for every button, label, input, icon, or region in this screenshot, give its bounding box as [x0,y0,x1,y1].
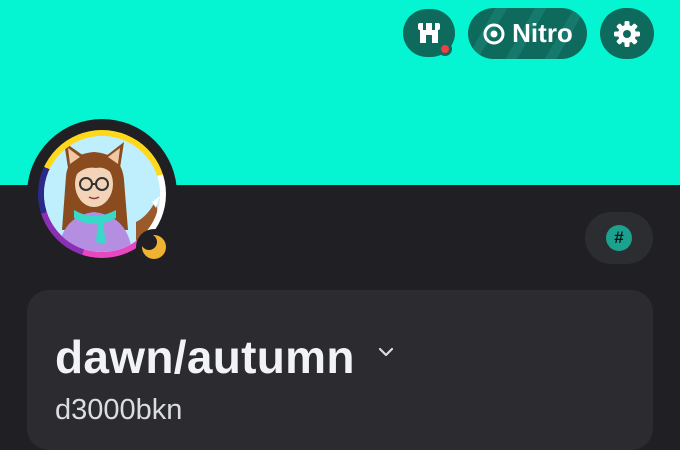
shop-icon [418,23,440,43]
status-indicator [136,229,172,265]
nitro-icon [483,23,505,44]
notification-dot [438,42,452,56]
profile-badge-button[interactable]: # [585,212,653,264]
chevron-down-icon[interactable] [377,346,395,358]
hashtag-icon: # [606,225,632,251]
nitro-button[interactable]: Nitro [468,8,587,59]
display-name[interactable]: dawn/autumn [55,330,355,384]
nitro-label: Nitro [512,18,573,48]
username: d3000bkn [55,394,183,426]
profile-card: dawn/autumn d3000bkn [27,290,653,450]
gear-icon [614,20,640,47]
idle-moon-icon [141,234,166,259]
settings-button[interactable] [600,8,654,59]
